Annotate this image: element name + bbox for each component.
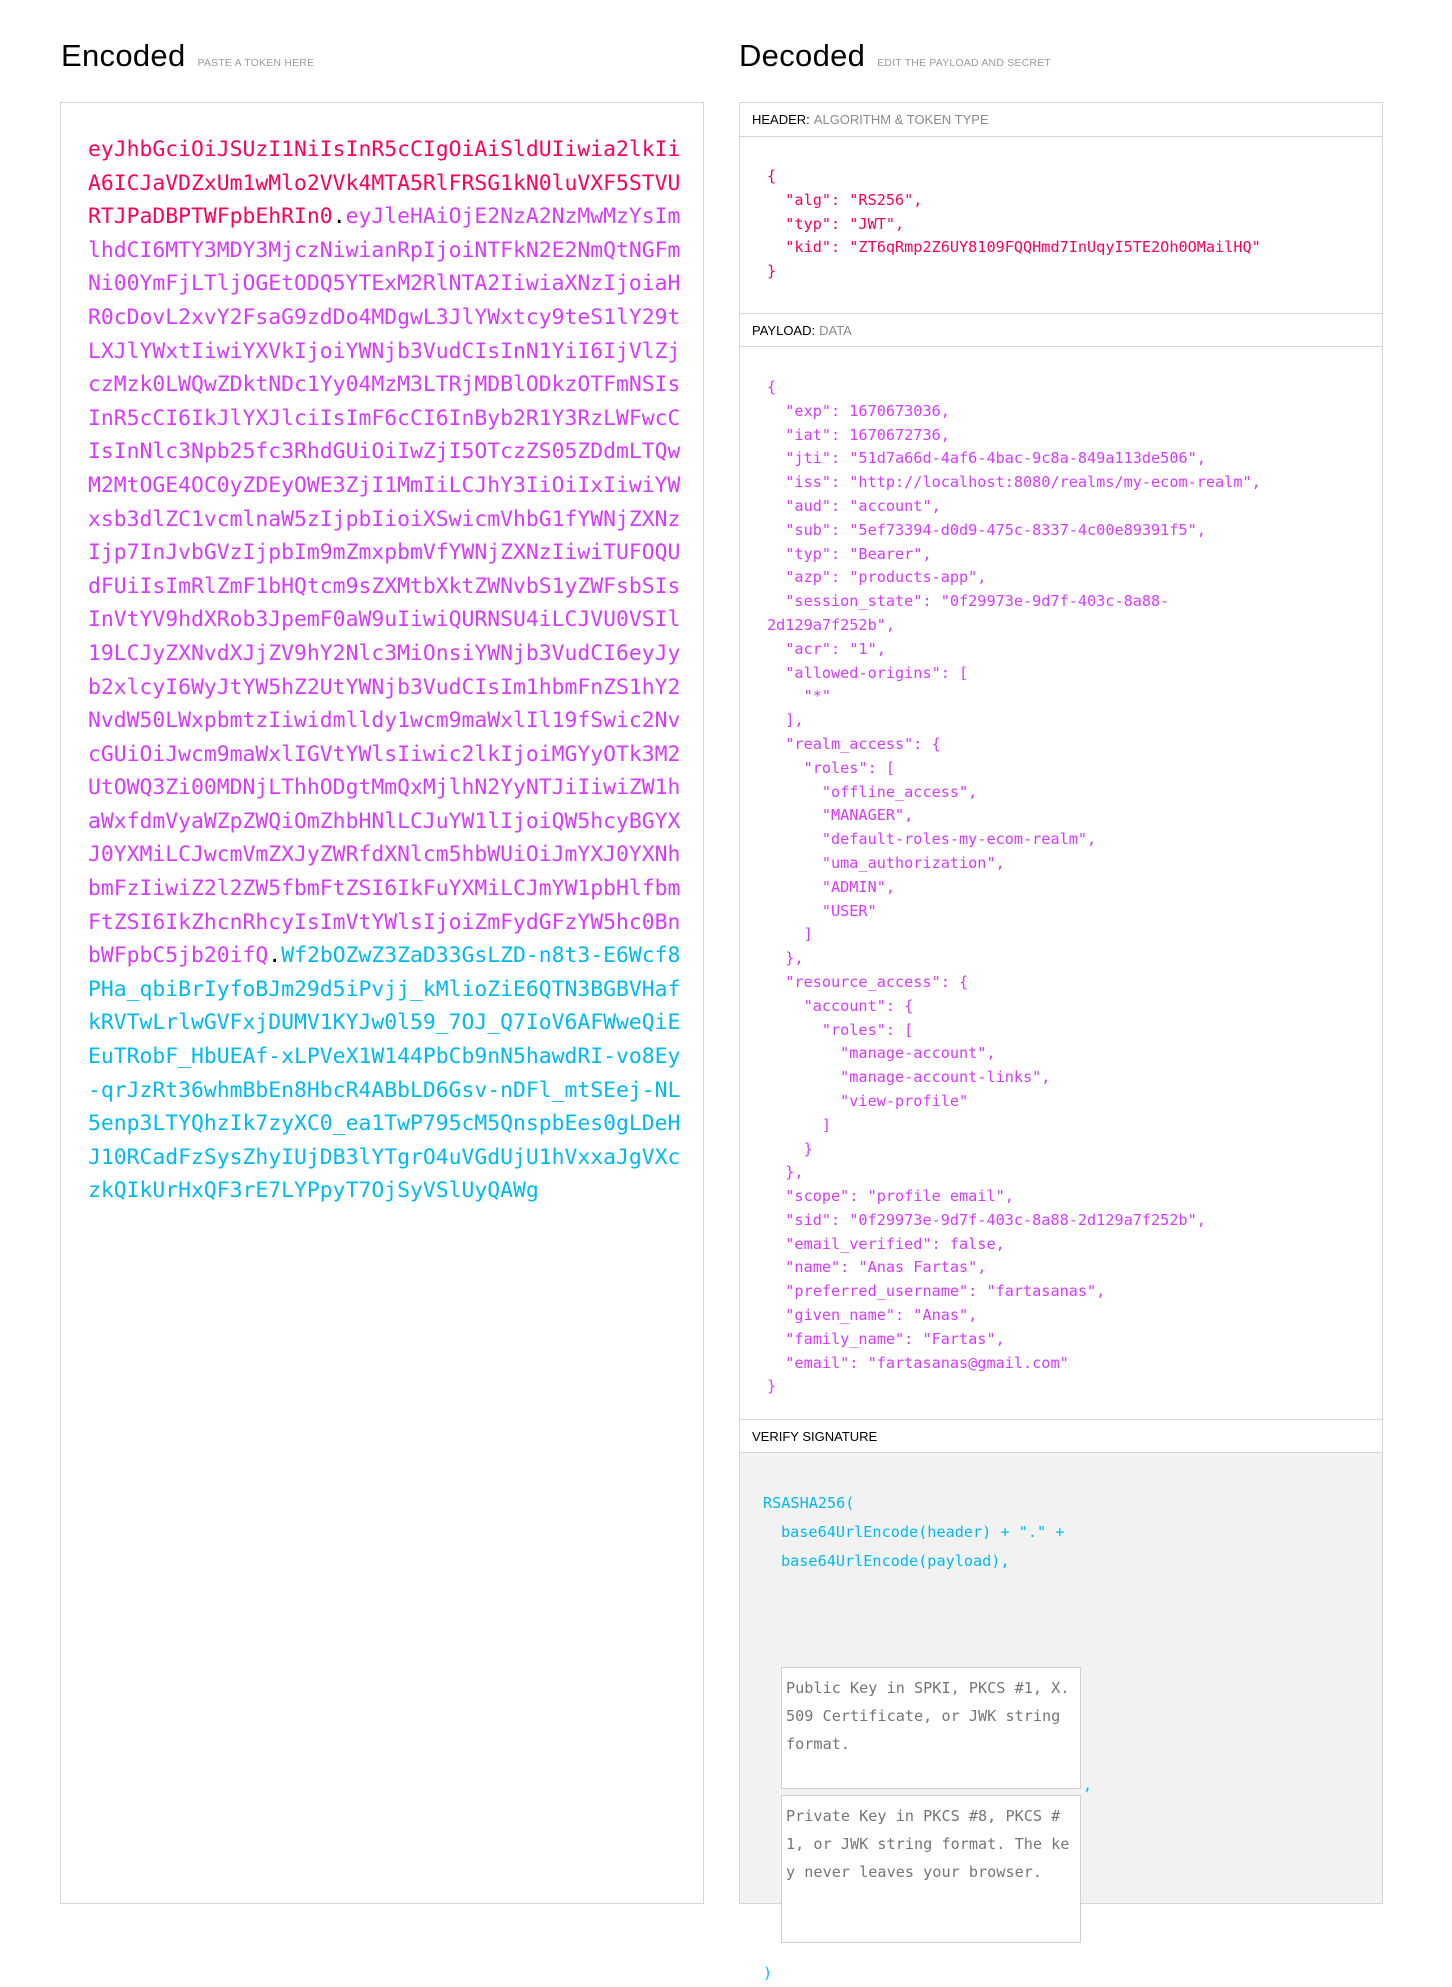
signature-section-title: VERIFY SIGNATURE [740, 1419, 1382, 1453]
payload-section-label: PAYLOAD: [752, 323, 816, 338]
decoded-subtitle: EDIT THE PAYLOAD AND SECRET [877, 57, 1052, 69]
decoded-title-bar: Decoded EDIT THE PAYLOAD AND SECRET [739, 38, 1051, 74]
encoded-token-editor[interactable]: eyJhbGciOiJSUzI1NiIsInR5cCIgOiAiSldUIiwi… [60, 102, 704, 1904]
payload-section-sublabel: DATA [819, 323, 852, 338]
signature-close-paren: ) [763, 1964, 773, 1982]
payload-json-editor[interactable]: { "exp": 1670673036, "iat": 1670672736, … [767, 376, 1261, 1399]
signature-function-name: RSASHA256( [763, 1494, 855, 1512]
payload-section-title: PAYLOAD: DATA [740, 313, 1382, 347]
encoded-token-text[interactable]: eyJhbGciOiJSUzI1NiIsInR5cCIgOiAiSldUIiwi… [88, 133, 688, 1208]
token-dot-separator: . [332, 204, 346, 230]
signature-section-label: VERIFY SIGNATURE [752, 1429, 878, 1444]
header-section-sublabel: ALGORITHM & TOKEN TYPE [813, 112, 989, 127]
token-signature-segment: Wf2bOZwZ3ZaD33GsLZD-n8t3-E6Wcf8PHa_qbiBr… [88, 943, 681, 1204]
decoded-title: Decoded [739, 38, 866, 73]
encoded-title-bar: Encoded PASTE A TOKEN HERE [61, 38, 314, 74]
verify-signature-body: RSASHA256( base64UrlEncode(header) + "."… [740, 1453, 1382, 1982]
key-separator-comma: , [1083, 1776, 1093, 1794]
header-section-title: HEADER: ALGORITHM & TOKEN TYPE [740, 103, 1382, 137]
signature-header-expression: base64UrlEncode(header) + "." + [781, 1523, 1065, 1541]
private-key-input[interactable] [781, 1795, 1081, 1943]
encoded-subtitle: PASTE A TOKEN HERE [197, 57, 315, 69]
decoded-panel: HEADER: ALGORITHM & TOKEN TYPE { "alg": "… [739, 102, 1383, 1982]
encoded-title: Encoded [61, 38, 186, 73]
signature-payload-expression: base64UrlEncode(payload), [781, 1552, 1010, 1570]
header-json-editor[interactable]: { "alg": "RS256", "typ": "JWT", "kid": "… [767, 165, 1261, 284]
public-key-input[interactable] [781, 1667, 1081, 1789]
token-payload-segment: eyJleHAiOjE2NzA2NzMwMzYsImlhdCI6MTY3MDY3… [88, 204, 681, 969]
token-dot-separator: . [268, 943, 282, 969]
header-section-label: HEADER: [752, 112, 810, 127]
